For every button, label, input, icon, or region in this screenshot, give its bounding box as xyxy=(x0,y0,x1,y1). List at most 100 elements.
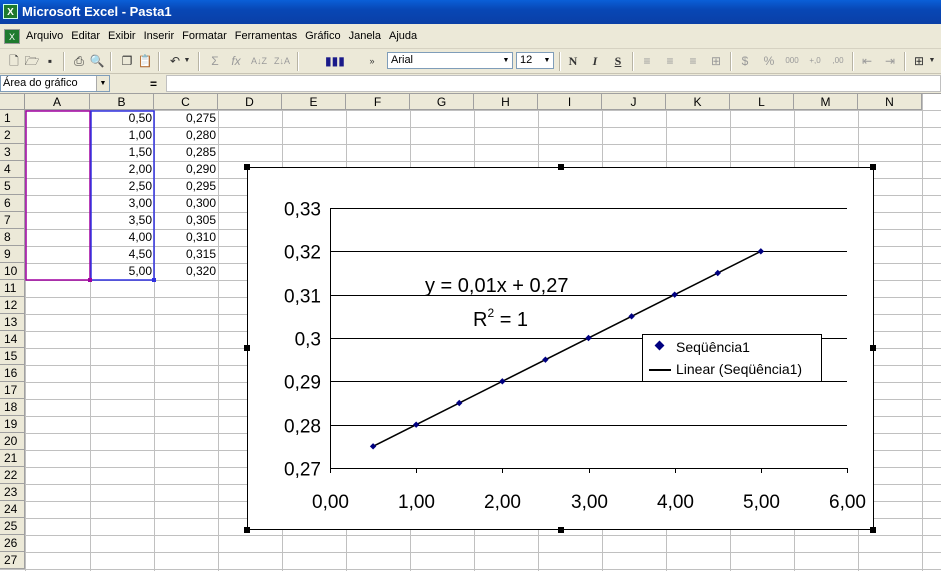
column-header[interactable]: E xyxy=(282,94,346,110)
row-header[interactable]: 18 xyxy=(0,399,25,416)
row-header[interactable]: 6 xyxy=(0,195,25,212)
data-point[interactable] xyxy=(369,443,377,450)
column-header[interactable]: F xyxy=(346,94,410,110)
merge-center-icon[interactable]: ⊞ xyxy=(707,52,725,70)
print-preview-icon[interactable]: 🔍 xyxy=(88,52,106,70)
cell[interactable]: 1,50 xyxy=(90,144,154,161)
cell[interactable]: 4,50 xyxy=(90,246,154,263)
row-header[interactable]: 14 xyxy=(0,331,25,348)
print-icon[interactable]: ⎙ xyxy=(70,52,88,70)
workbook-icon[interactable]: X xyxy=(4,29,20,44)
cell[interactable]: 3,00 xyxy=(90,195,154,212)
menu-item[interactable]: Ferramentas xyxy=(235,30,297,42)
percent-icon[interactable]: % xyxy=(760,52,778,70)
function-icon[interactable]: fx xyxy=(227,52,245,70)
menu-item[interactable]: Formatar xyxy=(182,30,227,42)
menu-item[interactable]: Janela xyxy=(349,30,381,42)
cell[interactable]: 0,290 xyxy=(154,161,218,178)
trendline-equation[interactable]: y = 0,01x + 0,27 xyxy=(425,275,568,297)
cell[interactable]: 0,305 xyxy=(154,212,218,229)
chevron-down-icon[interactable]: ▼ xyxy=(96,76,109,91)
increase-indent-icon[interactable]: ⇥ xyxy=(881,52,899,70)
data-point[interactable] xyxy=(412,421,420,428)
increase-decimal-icon[interactable]: +,0 xyxy=(806,52,824,70)
font-name-select[interactable]: Arial ▼ xyxy=(387,52,513,69)
chart-resize-handle[interactable] xyxy=(870,527,876,533)
column-header[interactable]: B xyxy=(90,94,154,110)
cell[interactable]: 0,300 xyxy=(154,195,218,212)
cell[interactable]: 0,315 xyxy=(154,246,218,263)
cell[interactable]: 0,275 xyxy=(154,110,218,127)
column-header[interactable]: C xyxy=(154,94,218,110)
row-header[interactable]: 19 xyxy=(0,416,25,433)
cell[interactable]: 0,320 xyxy=(154,263,218,280)
currency-icon[interactable]: $ xyxy=(736,52,754,70)
decrease-decimal-icon[interactable]: ,00 xyxy=(829,52,847,70)
name-box[interactable]: Área do gráfico ▼ xyxy=(0,75,110,92)
column-header[interactable]: H xyxy=(474,94,538,110)
column-header[interactable]: M xyxy=(794,94,858,110)
menu-item[interactable]: Gráfico xyxy=(305,30,340,42)
menu-item[interactable]: Arquivo xyxy=(26,30,63,42)
italic-button[interactable]: I xyxy=(586,52,604,70)
chart-resize-handle[interactable] xyxy=(558,527,564,533)
borders-icon[interactable]: ⊞ xyxy=(910,52,928,70)
cell[interactable]: 0,285 xyxy=(154,144,218,161)
chart-area[interactable]: 0,27 0,28 0,29 0,3 0,31 0,32 0,33 0,00 1,00 2,00 3… xyxy=(247,167,874,530)
chart-resize-handle[interactable] xyxy=(870,164,876,170)
sort-ascending-icon[interactable]: A↓Z xyxy=(250,52,268,70)
column-header[interactable]: A xyxy=(25,94,90,110)
cell[interactable]: 2,00 xyxy=(90,161,154,178)
cell[interactable]: 0,50 xyxy=(90,110,154,127)
row-header[interactable]: 10 xyxy=(0,263,25,280)
data-point[interactable] xyxy=(499,378,506,385)
row-header[interactable]: 23 xyxy=(0,484,25,501)
row-header[interactable]: 11 xyxy=(0,280,25,297)
row-header[interactable]: 12 xyxy=(0,297,25,314)
autosum-icon[interactable]: Σ xyxy=(206,52,224,70)
row-header[interactable]: 13 xyxy=(0,314,25,331)
row-header[interactable]: 20 xyxy=(0,433,25,450)
menu-item[interactable]: Exibir xyxy=(108,30,136,42)
cell[interactable]: 5,00 xyxy=(90,263,154,280)
column-header[interactable]: J xyxy=(602,94,666,110)
data-point[interactable] xyxy=(757,248,765,255)
data-point[interactable] xyxy=(628,313,635,320)
select-all-corner[interactable] xyxy=(0,94,25,110)
row-header[interactable]: 3 xyxy=(0,144,25,161)
align-center-icon[interactable]: ≡ xyxy=(661,52,679,70)
chart-resize-handle[interactable] xyxy=(244,527,250,533)
align-right-icon[interactable]: ≡ xyxy=(684,52,702,70)
column-header[interactable]: D xyxy=(218,94,282,110)
cell[interactable]: 0,295 xyxy=(154,178,218,195)
menu-item[interactable]: Inserir xyxy=(144,30,175,42)
new-icon[interactable]: 🗋 xyxy=(5,52,23,70)
row-header[interactable]: 25 xyxy=(0,518,25,535)
chart-resize-handle[interactable] xyxy=(558,164,564,170)
menu-item[interactable]: Editar xyxy=(71,30,100,42)
column-header[interactable]: L xyxy=(730,94,794,110)
chart-resize-handle[interactable] xyxy=(244,164,250,170)
open-icon[interactable]: 🗁 xyxy=(23,52,41,70)
data-point[interactable] xyxy=(671,291,678,298)
chart-resize-handle[interactable] xyxy=(870,345,876,351)
align-left-icon[interactable]: ≡ xyxy=(638,52,656,70)
row-header[interactable]: 9 xyxy=(0,246,25,263)
chart-resize-handle[interactable] xyxy=(244,345,250,351)
undo-dropdown-icon[interactable]: ▼ xyxy=(182,52,192,70)
row-header[interactable]: 21 xyxy=(0,450,25,467)
chart-wizard-icon[interactable]: ▮▮▮ xyxy=(325,52,345,70)
row-header[interactable]: 27 xyxy=(0,552,25,569)
data-point[interactable] xyxy=(585,334,592,342)
cell[interactable]: 1,00 xyxy=(90,127,154,144)
row-header[interactable]: 26 xyxy=(0,535,25,552)
row-header[interactable]: 8 xyxy=(0,229,25,246)
row-header[interactable]: 4 xyxy=(0,161,25,178)
borders-dropdown-icon[interactable]: ▼ xyxy=(927,52,937,70)
row-header[interactable]: 24 xyxy=(0,501,25,518)
decrease-indent-icon[interactable]: ⇤ xyxy=(858,52,876,70)
row-header[interactable]: 16 xyxy=(0,365,25,382)
cell[interactable]: 3,50 xyxy=(90,212,154,229)
cell[interactable]: 4,00 xyxy=(90,229,154,246)
cell[interactable]: 0,310 xyxy=(154,229,218,246)
